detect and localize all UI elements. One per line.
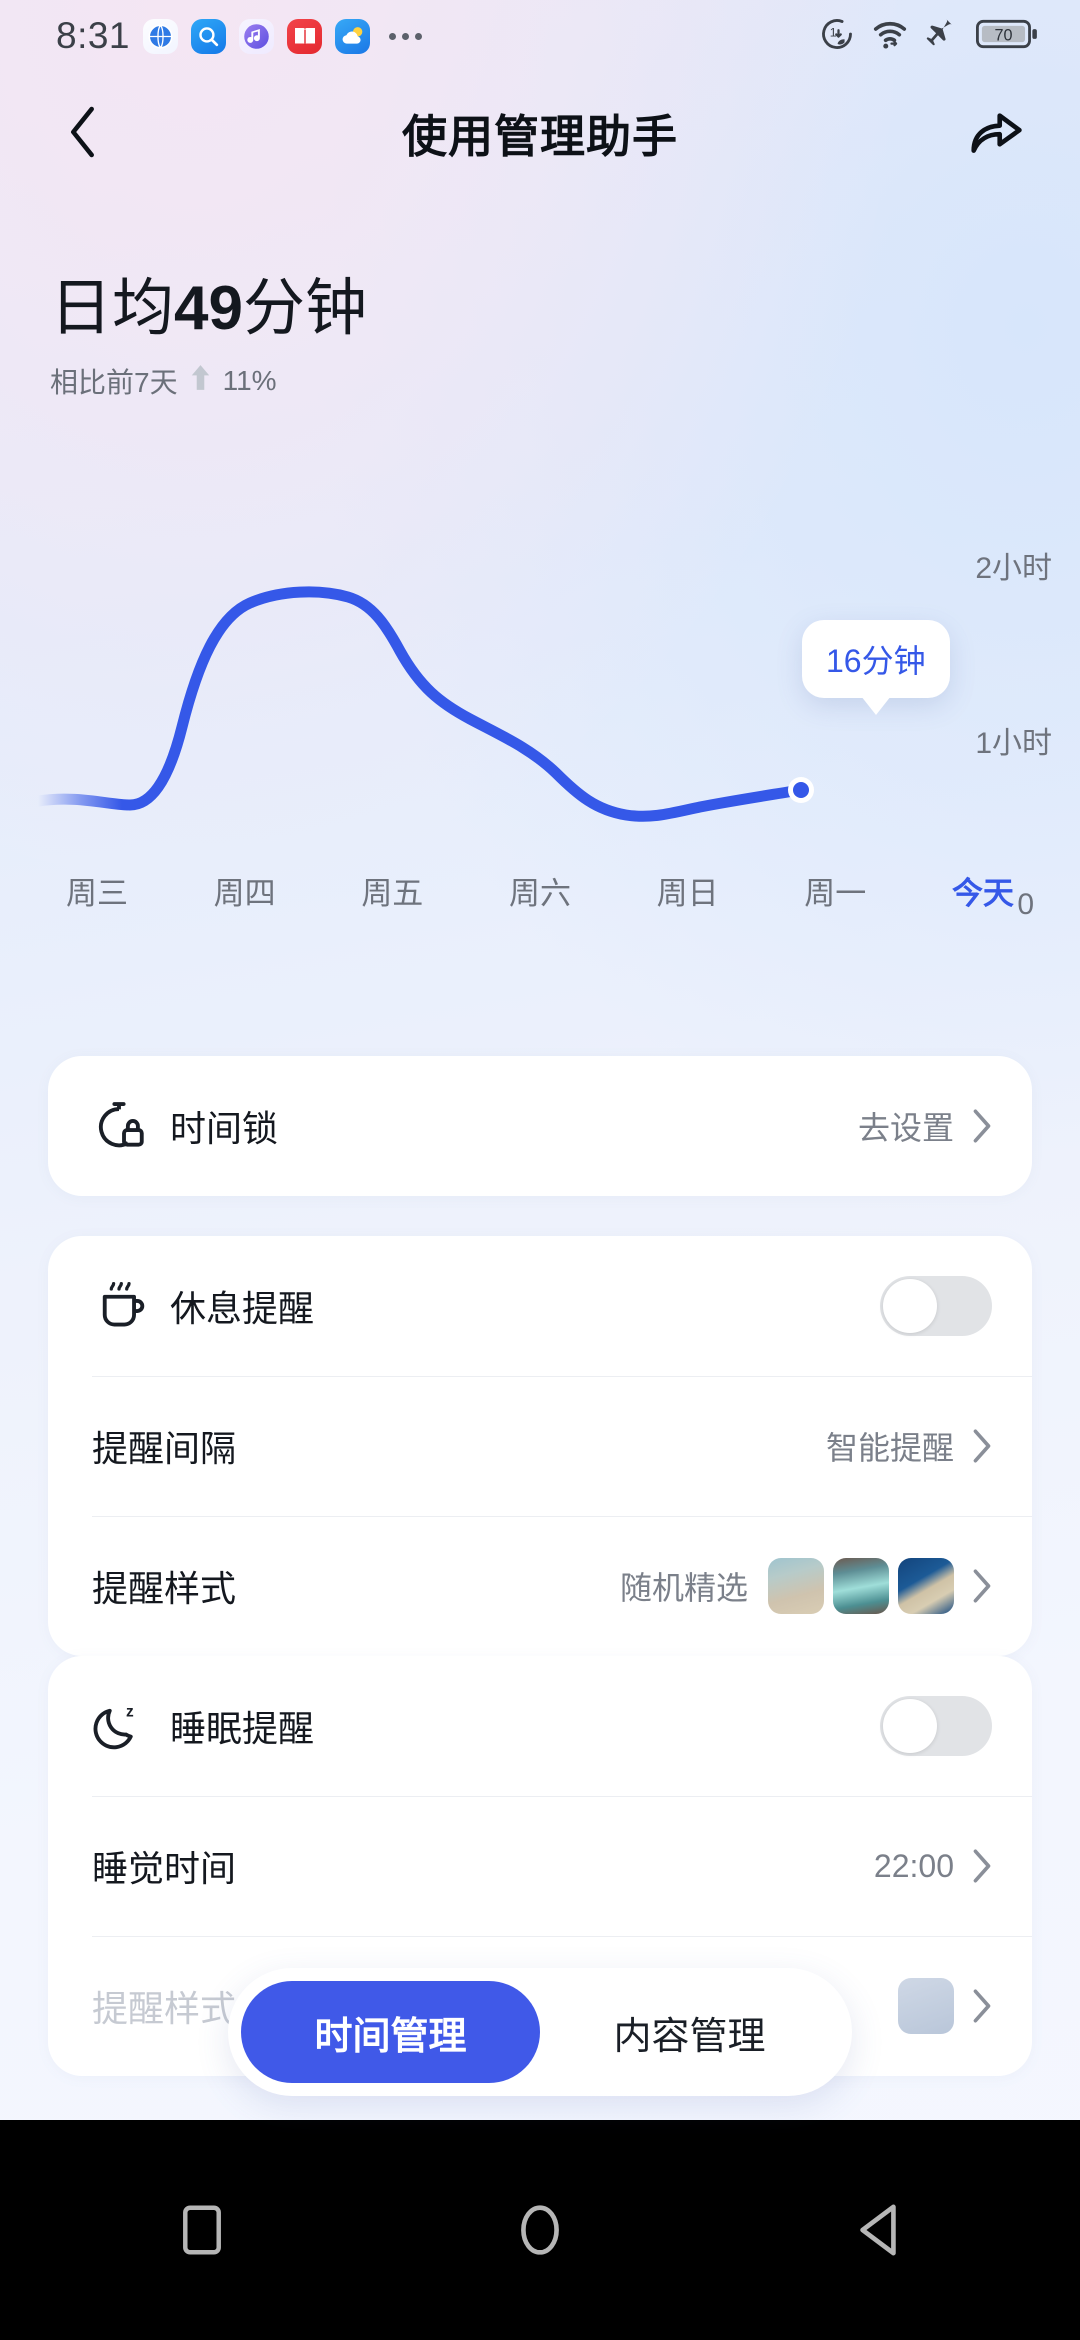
coast-thumb: [898, 1558, 954, 1614]
status-bar: 8:31 1 70: [0, 0, 1080, 72]
chart-tooltip: 16分钟: [802, 620, 950, 698]
chart-day-labels[interactable]: 周三 周四 周五 周六 周日 周一 今天: [0, 868, 1080, 913]
reminder-style-value: 随机精选: [619, 1570, 748, 1606]
chart-day-label-3[interactable]: 周六: [509, 868, 571, 913]
arrow-up-icon: [188, 363, 213, 399]
chevron-right-icon: [972, 1108, 992, 1144]
y-axis-label-top: 2小时: [975, 552, 1052, 585]
search-icon: [191, 18, 227, 54]
share-icon: [971, 113, 1022, 153]
music-icon: [239, 18, 275, 54]
chart-selected-point-inner: [793, 782, 809, 798]
recents-icon: [183, 2205, 221, 2255]
more-apps-icon: [389, 32, 423, 40]
break-reminder-card: 休息提醒 提醒间隔 智能提醒 提醒样式 随机精选: [48, 1236, 1032, 1656]
svg-text:z: z: [126, 1704, 134, 1721]
sleep-reminder-label: 睡眠提醒: [170, 1708, 315, 1749]
chevron-right-icon: [972, 1848, 992, 1884]
weather-icon: [335, 18, 371, 54]
time-lock-row[interactable]: 时间锁 去设置: [48, 1056, 1032, 1196]
tab-time-management[interactable]: 时间管理: [241, 1981, 540, 2083]
status-bar-right: 1 70: [819, 16, 1038, 57]
toggle-knob: [883, 1699, 937, 1753]
daily-average-value: 49: [174, 274, 243, 343]
usage-summary: 日均49分钟 相比前7天 11%: [50, 274, 367, 401]
digital-balance-icon: 1: [819, 16, 855, 57]
app-bar: 使用管理助手: [0, 74, 1080, 190]
bottom-tab-bar: 时间管理 内容管理: [228, 1968, 852, 2096]
stopwatch-lock-icon: [92, 1099, 156, 1153]
break-reminder-label: 休息提醒: [170, 1288, 315, 1329]
chart-day-label-4[interactable]: 周日: [657, 868, 719, 913]
wifi-icon: [872, 18, 908, 55]
recents-button[interactable]: [156, 2184, 248, 2276]
break-reminder-row[interactable]: 休息提醒: [48, 1236, 1032, 1376]
sleep-reminder-style-label: 提醒样式: [92, 1988, 237, 2029]
bedtime-label: 睡觉时间: [92, 1848, 237, 1889]
waterfall-thumb: [833, 1558, 889, 1614]
time-lock-value: 去设置: [857, 1110, 954, 1146]
time-lock-label: 时间锁: [170, 1108, 279, 1149]
back-nav-button[interactable]: [832, 2184, 924, 2276]
chart-day-label-2[interactable]: 周五: [361, 868, 423, 913]
trend-value: 11%: [222, 364, 277, 396]
chevron-right-icon: [972, 1568, 992, 1604]
chart-day-label-5[interactable]: 周一: [804, 868, 866, 913]
sleep-style-thumbnails[interactable]: [898, 1978, 954, 2034]
status-bar-left: 8:31: [56, 15, 423, 57]
chart-day-label-0[interactable]: 周三: [66, 868, 128, 913]
bedtime-value: 22:00: [873, 1847, 954, 1884]
reminder-interval-row[interactable]: 提醒间隔 智能提醒: [48, 1376, 1032, 1516]
sleep-reminder-toggle[interactable]: [880, 1696, 992, 1756]
style-thumb-placeholder: [898, 1978, 954, 2034]
coffee-cup-icon: [92, 1279, 156, 1333]
page-title: 使用管理助手: [401, 110, 678, 162]
tab-content-management[interactable]: 内容管理: [540, 1981, 839, 2083]
bedtime-row[interactable]: 睡觉时间 22:00: [48, 1796, 1032, 1936]
svg-text:1: 1: [830, 25, 837, 39]
home-button[interactable]: [494, 2184, 586, 2276]
share-button[interactable]: [960, 96, 1032, 168]
book-icon: [287, 18, 323, 54]
status-bar-clock: 8:31: [56, 15, 131, 56]
reminder-style-row[interactable]: 提醒样式 随机精选: [48, 1516, 1032, 1656]
break-reminder-toggle[interactable]: [880, 1276, 992, 1336]
toggle-knob: [883, 1279, 937, 1333]
back-button[interactable]: [48, 96, 120, 168]
reminder-style-thumbnails[interactable]: [768, 1558, 954, 1614]
y-axis-label-mid: 1小时: [975, 727, 1052, 760]
reminder-style-label: 提醒样式: [92, 1568, 237, 1609]
reminder-interval-label: 提醒间隔: [92, 1428, 237, 1469]
time-lock-card: 时间锁 去设置: [48, 1056, 1032, 1196]
lighthouse-thumb: [768, 1558, 824, 1614]
back-triangle-icon: [860, 2204, 896, 2256]
usage-chart[interactable]: 2小时 1小时 0: [0, 505, 1080, 925]
daily-average: 日均49分钟: [50, 274, 367, 343]
phone-screen: 8:31 1 70 使用管理助手 日均49分钟 相比前7天 11% 2小时 1小…: [0, 0, 1080, 2340]
daily-average-suffix: 分钟: [242, 274, 367, 343]
moon-sleep-icon: z: [92, 1699, 156, 1753]
sleep-reminder-row[interactable]: z 睡眠提醒: [48, 1656, 1032, 1796]
home-icon: [521, 2205, 559, 2255]
airplane-mode-icon: [925, 17, 959, 56]
compare-label: 相比前7天: [50, 366, 178, 398]
chevron-right-icon: [972, 1988, 992, 2024]
usage-line-chart: [32, 586, 814, 822]
browser-icon: [143, 18, 179, 54]
chart-day-label-1[interactable]: 周四: [214, 868, 276, 913]
daily-average-prefix: 日均: [50, 274, 175, 343]
chart-day-label-today[interactable]: 今天: [952, 868, 1014, 913]
back-icon: [70, 106, 94, 158]
reminder-interval-value: 智能提醒: [825, 1430, 954, 1466]
chevron-right-icon: [972, 1428, 992, 1464]
trend-row: 相比前7天 11%: [50, 361, 367, 401]
battery-level-text: 70: [994, 26, 1012, 44]
android-nav-bar: [0, 2120, 1080, 2340]
battery-indicator: 70: [976, 17, 1038, 56]
